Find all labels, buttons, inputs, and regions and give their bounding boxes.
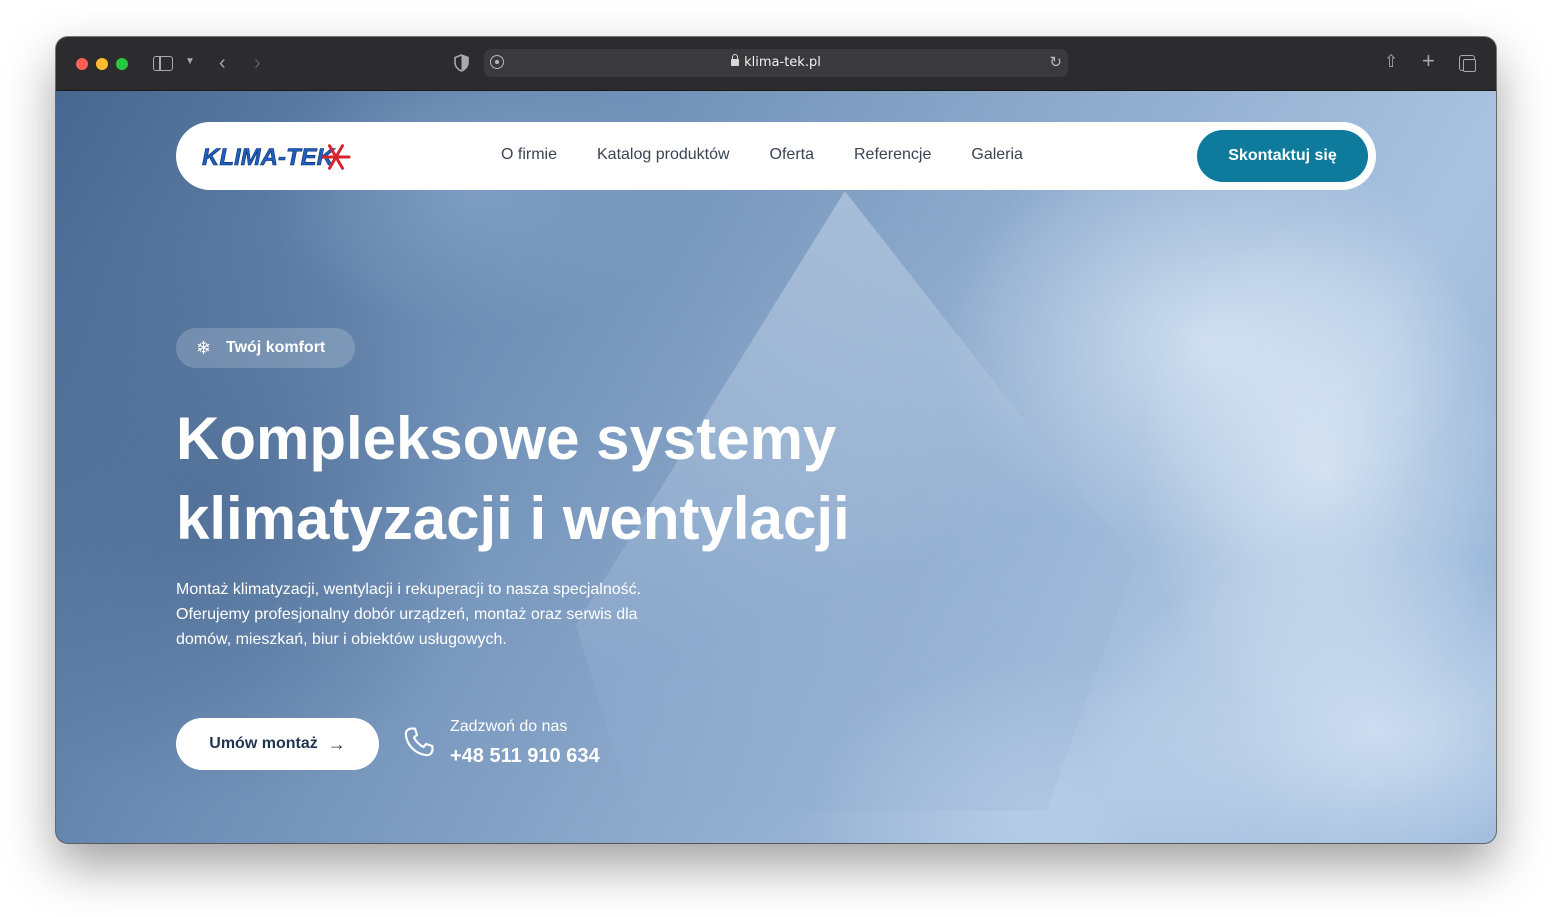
nav-referencje[interactable]: Referencje: [854, 146, 931, 164]
arrow-right-icon: →: [327, 733, 346, 754]
new-tab-icon[interactable]: +: [1422, 50, 1435, 72]
book-installation-label: Umów montaż: [209, 735, 318, 752]
sidebar-toggle-icon[interactable]: [153, 56, 173, 71]
site-navbar: KLIMA-TEK O firmie Katalog produktów Ofe…: [176, 122, 1376, 190]
hero-description-line-3: domów, mieszkań, biur i obiektów usługow…: [176, 631, 507, 648]
browser-toolbar: ▼ ‹ › klima-tek.pl ↻ ⇧ +: [56, 37, 1496, 91]
close-window-button[interactable]: [76, 58, 88, 70]
minimize-window-button[interactable]: [96, 58, 108, 70]
klima-tek-logo[interactable]: KLIMA-TEK: [200, 135, 356, 179]
url-display: klima-tek.pl: [484, 54, 1068, 70]
call-us-label: Zadzwoń do nas: [450, 718, 568, 735]
chevron-down-icon[interactable]: ▼: [185, 57, 195, 67]
hero-description-line-1: Montaż klimatyzacji, wentylacji i rekupe…: [176, 581, 642, 598]
svg-text:KLIMA-TEK: KLIMA-TEK: [202, 144, 336, 171]
nav-oferta[interactable]: Oferta: [770, 146, 814, 164]
hero-title-line-2: klimatyzacji i wentylacji: [176, 485, 850, 552]
address-bar[interactable]: klima-tek.pl ↻: [484, 49, 1068, 77]
browser-window: ▼ ‹ › klima-tek.pl ↻ ⇧ + KLIMA-TEK O fir…: [56, 37, 1496, 843]
tab-overview-icon[interactable]: [1459, 55, 1476, 72]
contact-button[interactable]: Skontaktuj się: [1197, 130, 1368, 182]
nav-o-firmie[interactable]: O firmie: [501, 146, 557, 164]
hero-description: Montaż klimatyzacji, wentylacji i rekupe…: [176, 577, 656, 652]
share-icon[interactable]: ⇧: [1384, 53, 1398, 70]
phone-icon[interactable]: [402, 725, 436, 759]
hero-title: Kompleksowe systemy klimatyzacji i wenty…: [176, 399, 936, 559]
hero-badge: ❄ Twój komfort: [176, 328, 356, 368]
page-viewport: KLIMA-TEK O firmie Katalog produktów Ofe…: [56, 91, 1496, 843]
back-arrow-icon[interactable]: ‹: [219, 53, 226, 73]
nav-galeria[interactable]: Galeria: [971, 146, 1023, 164]
nav-katalog-produktow[interactable]: Katalog produktów: [597, 146, 730, 164]
lock-icon: [731, 54, 740, 66]
snowflake-icon: ❄: [196, 338, 212, 358]
privacy-shield-icon[interactable]: [454, 54, 469, 72]
book-installation-button[interactable]: Umów montaż →: [176, 718, 379, 770]
zoom-window-button[interactable]: [116, 58, 128, 70]
phone-number[interactable]: +48 511 910 634: [450, 745, 600, 768]
hero-background-highlight: [1136, 211, 1496, 731]
main-navigation: O firmie Katalog produktów Oferta Refere…: [501, 146, 1023, 164]
hero-badge-label: Twój komfort: [226, 339, 326, 356]
reload-icon[interactable]: ↻: [1049, 53, 1062, 71]
hero-description-line-2: Oferujemy profesjonalny dobór urządzeń, …: [176, 606, 638, 623]
url-text: klima-tek.pl: [744, 55, 821, 70]
forward-arrow-icon[interactable]: ›: [254, 53, 261, 73]
hero-title-line-1: Kompleksowe systemy: [176, 405, 837, 472]
